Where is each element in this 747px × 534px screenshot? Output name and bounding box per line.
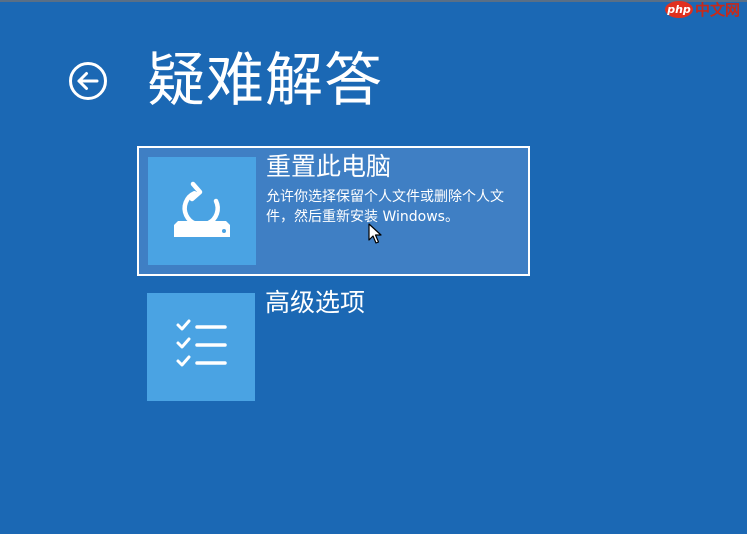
watermark-text: 中文网 [695,1,741,19]
advanced-options-tile [147,293,255,401]
mouse-pointer-icon [368,223,382,245]
advanced-options-title: 高级选项 [265,288,366,317]
reset-pc-icon [174,181,230,237]
back-arrow-circle-icon [69,62,107,100]
watermark: php 中文网 [665,0,747,20]
window-top-edge [0,0,747,2]
checklist-icon [176,319,227,367]
page-title: 疑难解答 [147,46,384,114]
watermark-badge: php [665,1,693,18]
back-button[interactable] [68,61,108,101]
reset-pc-option[interactable]: 重置此电脑 允许你选择保留个人文件或删除个人文件，然后重新安装 Windows。 [137,146,530,276]
reset-pc-description: 允许你选择保留个人文件或删除个人文件，然后重新安装 Windows。 [266,189,504,225]
reset-pc-title: 重置此电脑 [266,152,392,181]
reset-pc-tile [148,157,256,265]
advanced-options-option[interactable]: 高级选项 [137,283,530,413]
